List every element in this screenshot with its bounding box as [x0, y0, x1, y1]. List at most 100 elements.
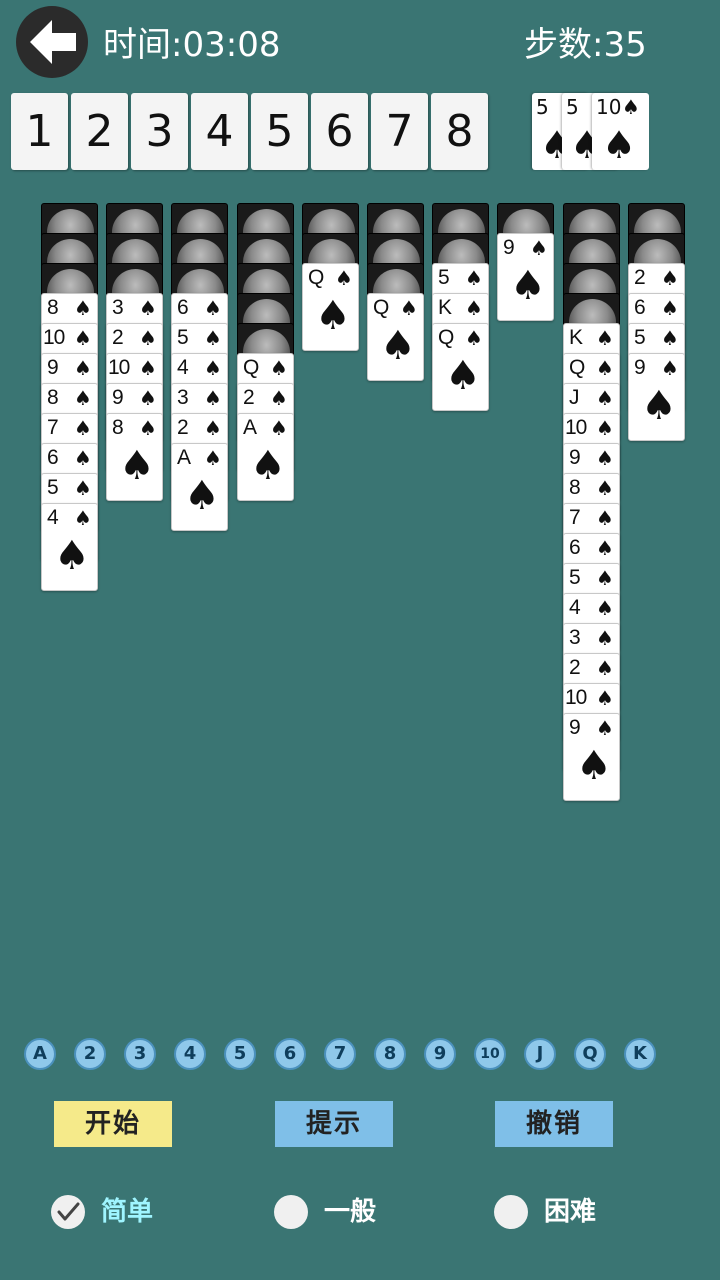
card-rank: 9 [634, 356, 646, 379]
card-rank: K [569, 326, 584, 349]
rank-select-button[interactable]: 3 [124, 1038, 156, 1070]
card-rank: 5 [569, 566, 581, 589]
card-rank: Q [438, 326, 455, 349]
spade-icon: ♠ [74, 356, 92, 380]
face-up-card[interactable]: 9 ♠ ♠ [628, 353, 685, 441]
rank-select-button[interactable]: 8 [374, 1038, 406, 1070]
spade-icon: ♠ [204, 416, 222, 440]
spade-icon: ♠ [204, 446, 222, 470]
rank-select-button[interactable]: A [24, 1038, 56, 1070]
spade-icon: ♠ [74, 446, 92, 470]
card-rank: 9 [569, 716, 581, 739]
face-up-card[interactable]: A ♠ ♠ [171, 443, 228, 531]
spade-icon: ♠ [596, 566, 614, 590]
spade-icon: ♠ [204, 326, 222, 350]
spade-icon: ♠ [184, 473, 220, 519]
card-rank: 5 [47, 476, 59, 499]
difficulty-easy[interactable]: 简单 [51, 1193, 171, 1233]
spade-icon: ♠ [139, 326, 157, 350]
rank-select-button[interactable]: Q [574, 1038, 606, 1070]
undo-button[interactable]: 撤销 [495, 1101, 613, 1147]
card-rank: 10 [108, 356, 130, 379]
rank-select-button[interactable]: 10 [474, 1038, 506, 1070]
difficulty-normal[interactable]: 一般 [274, 1193, 394, 1233]
card-rank: 5 [634, 326, 646, 349]
rank-select-button[interactable]: K [624, 1038, 656, 1070]
spade-icon: ♠ [54, 533, 90, 579]
spade-icon: ♠ [661, 326, 679, 350]
card-rank: 8 [47, 296, 59, 319]
start-button[interactable]: 开始 [54, 1101, 172, 1147]
spade-icon: ♠ [270, 416, 288, 440]
rank-select-button[interactable]: 9 [424, 1038, 456, 1070]
rank-select-button[interactable]: 4 [174, 1038, 206, 1070]
rank-select-button[interactable]: 7 [324, 1038, 356, 1070]
spade-icon: ♠ [270, 386, 288, 410]
card-rank: 3 [112, 296, 124, 319]
spade-icon: ♠ [576, 743, 612, 789]
face-up-card[interactable]: 8 ♠ ♠ [106, 413, 163, 501]
card-rank: 9 [47, 356, 59, 379]
check-icon [57, 1202, 80, 1221]
card-rank: Q [243, 356, 260, 379]
face-up-card[interactable]: A ♠ ♠ [237, 413, 294, 501]
rank-select-button[interactable]: 6 [274, 1038, 306, 1070]
radio-unchecked[interactable] [494, 1195, 528, 1229]
spade-icon: ♠ [596, 506, 614, 530]
spade-icon: ♠ [596, 596, 614, 620]
rank-select-button[interactable]: 2 [74, 1038, 106, 1070]
face-up-card[interactable]: Q ♠ ♠ [432, 323, 489, 411]
radio-unchecked[interactable] [274, 1195, 308, 1229]
card-rank: 9 [503, 236, 515, 259]
card-rank: 5 [177, 326, 189, 349]
card-rank: Q [373, 296, 390, 319]
card-rank: 9 [112, 386, 124, 409]
card-rank: J [569, 386, 580, 409]
card-rank: 6 [177, 296, 189, 319]
face-up-card[interactable]: 9 ♠ ♠ [497, 233, 554, 321]
card-rank: 2 [177, 416, 189, 439]
spade-icon: ♠ [270, 356, 288, 380]
face-up-card[interactable]: 9 ♠ ♠ [563, 713, 620, 801]
difficulty-label: 一般 [324, 1197, 377, 1227]
card-rank: 7 [569, 506, 581, 529]
card-rank: A [177, 446, 192, 469]
card-rank: 6 [634, 296, 646, 319]
card-rank: 8 [47, 386, 59, 409]
card-rank: 4 [177, 356, 189, 379]
face-up-card[interactable]: 4 ♠ ♠ [41, 503, 98, 591]
card-rank: 7 [47, 416, 59, 439]
card-rank: 4 [569, 596, 581, 619]
face-up-card[interactable]: Q ♠ ♠ [302, 263, 359, 351]
radio-checked[interactable] [51, 1195, 85, 1229]
card-rank: 3 [177, 386, 189, 409]
spade-icon: ♠ [596, 626, 614, 650]
rank-select-button[interactable]: J [524, 1038, 556, 1070]
difficulty-label: 困难 [544, 1197, 597, 1227]
spade-icon: ♠ [119, 443, 155, 489]
spade-icon: ♠ [74, 506, 92, 530]
card-rank: 6 [47, 446, 59, 469]
spade-icon: ♠ [250, 443, 286, 489]
card-rank: Q [308, 266, 325, 289]
face-up-card[interactable]: Q ♠ ♠ [367, 293, 424, 381]
spade-icon: ♠ [139, 386, 157, 410]
rank-select-button[interactable]: 5 [224, 1038, 256, 1070]
spade-icon: ♠ [204, 296, 222, 320]
card-rank: Q [569, 356, 586, 379]
card-rank: 8 [569, 476, 581, 499]
card-rank: 4 [47, 506, 59, 529]
spade-icon: ♠ [74, 296, 92, 320]
spade-icon: ♠ [510, 263, 546, 309]
spade-icon: ♠ [335, 266, 353, 290]
spade-icon: ♠ [315, 293, 351, 339]
hint-button[interactable]: 提示 [275, 1101, 393, 1147]
spade-icon: ♠ [74, 476, 92, 500]
card-rank: 10 [565, 416, 587, 439]
difficulty-hard[interactable]: 困难 [494, 1193, 614, 1233]
card-rank: K [438, 296, 453, 319]
spade-icon: ♠ [204, 356, 222, 380]
spade-icon: ♠ [661, 296, 679, 320]
spade-icon: ♠ [596, 476, 614, 500]
card-rank: 8 [112, 416, 124, 439]
